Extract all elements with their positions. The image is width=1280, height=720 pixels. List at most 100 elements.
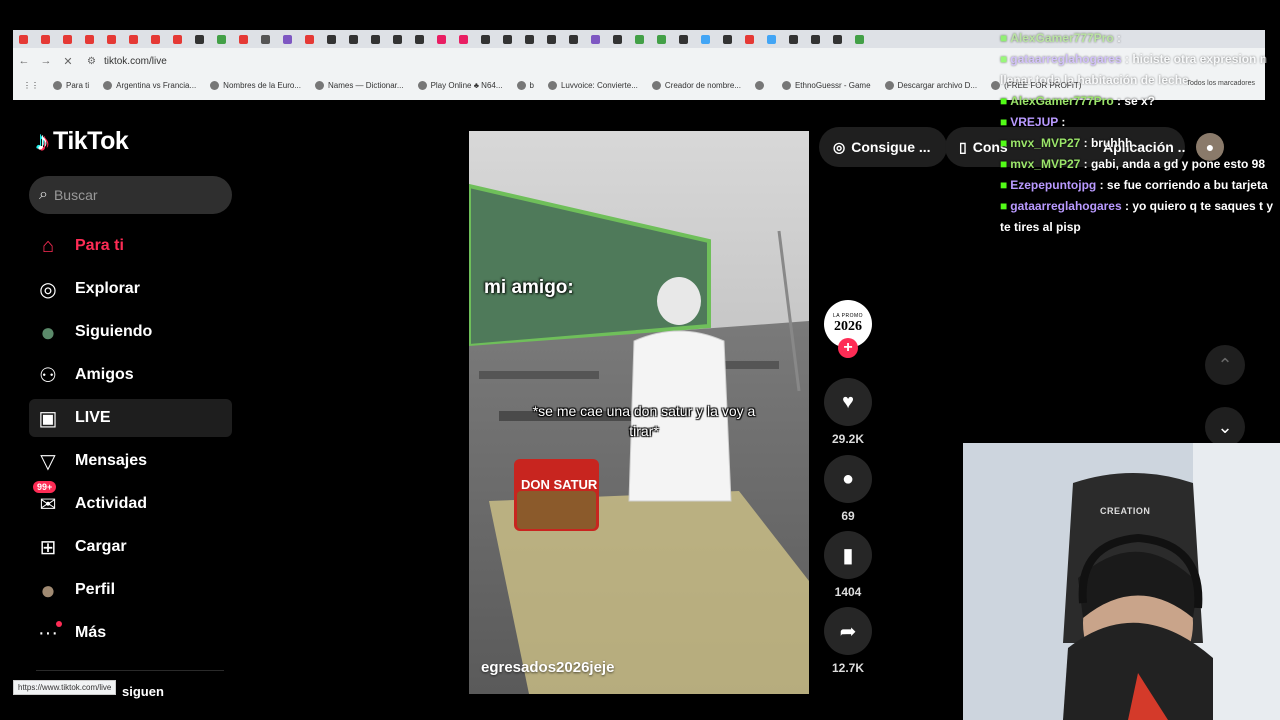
previous-video-button[interactable]: ⌃ bbox=[1205, 345, 1245, 385]
sidebar-item-actividad[interactable]: ✉ Actividad 99+ bbox=[29, 481, 232, 523]
search-icon[interactable]: ⌕ bbox=[39, 186, 48, 204]
sidebar-item-explorar[interactable]: ◎ Explorar bbox=[29, 270, 232, 308]
kick-badge-icon: ■ bbox=[1000, 178, 1008, 192]
sidebar-item-amigos[interactable]: ⚇ Amigos bbox=[29, 356, 232, 394]
address-bar[interactable]: ⚙ tiktok.com/live bbox=[87, 56, 167, 67]
browser-tab[interactable] bbox=[459, 34, 468, 44]
share-button[interactable]: ➦ bbox=[824, 607, 872, 655]
browser-tab[interactable] bbox=[481, 34, 490, 44]
browser-tab[interactable] bbox=[85, 34, 94, 44]
next-video-button[interactable]: ⌄ bbox=[1205, 407, 1245, 447]
forward-icon[interactable]: → bbox=[35, 55, 57, 67]
bookmark-item[interactable]: Descargar archivo D... bbox=[884, 80, 977, 90]
chat-username[interactable]: gataarreglahogares bbox=[1010, 52, 1121, 66]
video-player[interactable]: DON SATUR mi amigo: *se me cae una don s… bbox=[469, 131, 809, 694]
browser-tab[interactable] bbox=[173, 34, 182, 44]
browser-tab[interactable] bbox=[261, 34, 270, 44]
browser-tab[interactable] bbox=[129, 34, 138, 44]
browser-tab[interactable] bbox=[393, 34, 402, 44]
sidebar-item-label: LIVE bbox=[75, 409, 111, 426]
sidebar-item-mensajes[interactable]: ▽ Mensajes bbox=[29, 442, 232, 480]
browser-tab[interactable] bbox=[437, 34, 446, 44]
search-box[interactable]: ⌕ bbox=[29, 176, 232, 214]
sidebar-item-perfil[interactable]: ● Perfil bbox=[29, 571, 232, 609]
chat-username[interactable]: mvx_MVP27 bbox=[1010, 136, 1080, 150]
sidebar-item-cargar[interactable]: ⊞ Cargar bbox=[29, 528, 232, 566]
site-info-icon[interactable]: ⚙ bbox=[87, 56, 96, 67]
browser-tab[interactable] bbox=[745, 34, 754, 44]
webcam-scene bbox=[963, 443, 1280, 720]
chat-username[interactable]: VREJUP bbox=[1010, 115, 1058, 129]
get-coins-button[interactable]: ◎ Consigue ... bbox=[819, 127, 947, 167]
follow-plus-icon[interactable]: + bbox=[838, 338, 858, 358]
sidebar-item-m-s[interactable]: ··· Más bbox=[29, 614, 232, 652]
tiktok-logo[interactable]: ♪ TikTok bbox=[36, 126, 129, 157]
bookmark-item[interactable]: Luvvoice: Convierte... bbox=[547, 80, 638, 90]
browser-tab[interactable] bbox=[239, 34, 248, 44]
bookmark-item[interactable]: Play Online ♣ N64... bbox=[417, 80, 503, 90]
like-icon: ♥ bbox=[842, 390, 854, 413]
browser-tab[interactable] bbox=[613, 34, 622, 44]
browser-tab[interactable] bbox=[195, 34, 204, 44]
browser-tab[interactable] bbox=[305, 34, 314, 44]
bookmark-item[interactable]: b bbox=[516, 80, 534, 90]
reload-icon[interactable]: ✕ bbox=[57, 55, 79, 68]
sidebar-item-siguiendo[interactable]: ● Siguiendo bbox=[29, 313, 232, 351]
browser-tab[interactable] bbox=[833, 34, 842, 44]
bookmark-item[interactable]: Nombres de la Euro... bbox=[210, 80, 301, 90]
sidebar-item-para-ti[interactable]: ⌂ Para ti bbox=[29, 227, 232, 265]
browser-tab[interactable] bbox=[657, 34, 666, 44]
bookmark-item[interactable]: Names — Dictionar... bbox=[314, 80, 404, 90]
sidebar-item-live[interactable]: ▣ LIVE bbox=[29, 399, 232, 437]
browser-tab[interactable] bbox=[569, 34, 578, 44]
browser-tab[interactable] bbox=[41, 34, 50, 44]
browser-tab[interactable] bbox=[217, 34, 226, 44]
bookmark-item[interactable]: Para ti bbox=[53, 80, 89, 90]
sidebar-item-label: Perfil bbox=[75, 581, 116, 598]
browser-tab[interactable] bbox=[525, 34, 534, 44]
live-tv-icon: ▣ bbox=[38, 407, 58, 430]
browser-tab[interactable] bbox=[789, 34, 798, 44]
browser-tab[interactable] bbox=[811, 34, 820, 44]
comment-button[interactable]: ● bbox=[824, 455, 872, 503]
browser-tab[interactable] bbox=[371, 34, 380, 44]
inbox-icon: ✉ bbox=[39, 493, 57, 516]
comment-action: ● 69 bbox=[824, 455, 872, 523]
browser-tab[interactable] bbox=[151, 34, 160, 44]
browser-tab[interactable] bbox=[701, 34, 710, 44]
save-button[interactable]: ▮ bbox=[824, 531, 872, 579]
chevron-down-icon: ⌄ bbox=[1217, 416, 1233, 437]
browser-tab[interactable] bbox=[591, 34, 600, 44]
creator-avatar[interactable]: LA PROMO 2026 + bbox=[824, 300, 872, 358]
bookmark-item[interactable]: Argentina vs Francia... bbox=[103, 80, 196, 90]
browser-tab[interactable] bbox=[349, 34, 358, 44]
chat-username[interactable]: AlexGamer777Pro bbox=[1010, 94, 1113, 108]
chat-username[interactable]: Ezepepuntojpg bbox=[1010, 178, 1096, 192]
browser-tab[interactable] bbox=[503, 34, 512, 44]
bookmark-item[interactable]: EthnoGuessr - Game bbox=[781, 80, 871, 90]
browser-tab[interactable] bbox=[63, 34, 72, 44]
back-icon[interactable]: ← bbox=[13, 55, 35, 67]
browser-tab[interactable] bbox=[679, 34, 688, 44]
search-input[interactable] bbox=[53, 187, 214, 203]
bookmark-item[interactable]: Creador de nombre... bbox=[651, 80, 741, 90]
browser-tab[interactable] bbox=[635, 34, 644, 44]
browser-tab[interactable] bbox=[283, 34, 292, 44]
chat-username[interactable]: gataarreglahogares bbox=[1010, 199, 1121, 213]
browser-tab[interactable] bbox=[767, 34, 776, 44]
browser-tab[interactable] bbox=[723, 34, 732, 44]
chat-username[interactable]: mvx_MVP27 bbox=[1010, 157, 1080, 171]
bookmark-item[interactable] bbox=[754, 80, 768, 90]
browser-tab[interactable] bbox=[547, 34, 556, 44]
browser-tab[interactable] bbox=[415, 34, 424, 44]
browser-tab[interactable] bbox=[327, 34, 336, 44]
bookmark-favicon-icon bbox=[547, 80, 557, 90]
browser-tab[interactable] bbox=[855, 34, 864, 44]
video-caption[interactable]: egresados2026jeje bbox=[481, 659, 614, 676]
chat-username[interactable]: AlexGamer777Pro bbox=[1010, 31, 1113, 45]
browser-tab[interactable] bbox=[107, 34, 116, 44]
logo-text: TikTok bbox=[53, 127, 129, 155]
browser-tab[interactable] bbox=[19, 34, 28, 44]
apps-grid-icon[interactable]: ⋮⋮ bbox=[23, 81, 39, 90]
like-button[interactable]: ♥ bbox=[824, 378, 872, 426]
